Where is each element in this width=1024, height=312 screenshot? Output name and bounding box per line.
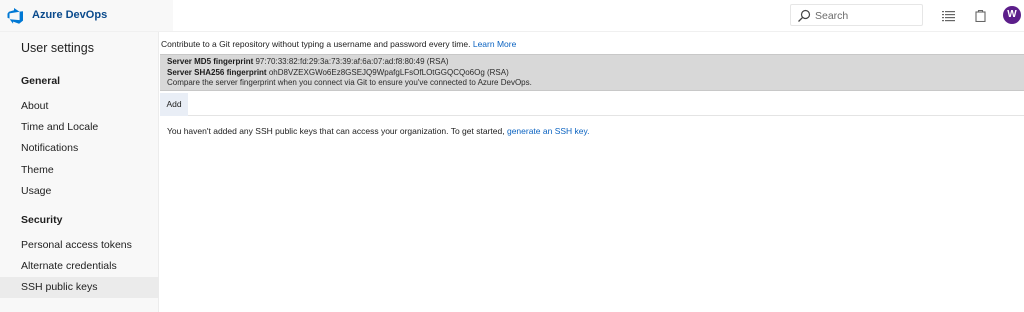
empty-state-text: You haven't added any SSH public keys th… xyxy=(167,126,505,136)
add-button[interactable]: Add xyxy=(160,93,188,116)
sidebar-item-notifications[interactable]: Notifications xyxy=(0,138,159,159)
generate-ssh-key-link[interactable]: generate an SSH key. xyxy=(507,126,590,136)
md5-fingerprint-row: Server MD5 fingerprint 97:70:33:82:fd:29… xyxy=(167,57,1024,68)
sidebar-item-theme[interactable]: Theme xyxy=(0,160,159,181)
sidebar-item-usage[interactable]: Usage xyxy=(0,181,159,202)
shopping-bag-icon[interactable] xyxy=(974,9,987,22)
sidebar-item-about[interactable]: About xyxy=(0,96,159,117)
command-bar: Add xyxy=(160,93,1024,116)
main-content: Contribute to a Git repository without t… xyxy=(160,32,1024,312)
sha256-fingerprint-value: ohD8VZEXGWo6Ez8GSEJQ9WpafgLFsOfLOtGGQCQo… xyxy=(268,67,509,77)
top-bar: Azure DevOps Search W xyxy=(0,0,1024,32)
sidebar-item-ssh-public-keys[interactable]: SSH public keys xyxy=(0,277,159,298)
list-icon[interactable] xyxy=(942,9,955,22)
md5-fingerprint-label: Server MD5 fingerprint xyxy=(167,57,254,66)
sha256-fingerprint-row: Server SHA256 fingerprint ohD8VZEXGWo6Ez… xyxy=(167,68,1024,79)
learn-more-link[interactable]: Learn More xyxy=(473,39,516,49)
azure-devops-logo-icon xyxy=(7,8,23,24)
sidebar-item-personal-access-tokens[interactable]: Personal access tokens xyxy=(0,235,159,256)
sidebar-item-alternate-credentials[interactable]: Alternate credentials xyxy=(0,256,159,277)
sha256-fingerprint-label: Server SHA256 fingerprint xyxy=(167,67,267,77)
sidebar-section-security: Security xyxy=(21,214,63,226)
sidebar-title: User settings xyxy=(21,41,94,55)
fingerprint-panel: Server MD5 fingerprint 97:70:33:82:fd:29… xyxy=(160,54,1024,91)
intro-text: Contribute to a Git repository without t… xyxy=(161,39,516,49)
fingerprint-note: Compare the server fingerprint when you … xyxy=(167,78,532,87)
md5-fingerprint-value: 97:70:33:82:fd:29:3a:73:39:af:6a:07:ad:f… xyxy=(255,57,449,66)
brand-area[interactable]: Azure DevOps xyxy=(0,0,173,31)
search-input[interactable]: Search xyxy=(790,4,923,26)
search-placeholder: Search xyxy=(815,10,849,22)
search-icon xyxy=(798,9,811,22)
avatar[interactable]: W xyxy=(1003,6,1021,24)
brand-name[interactable]: Azure DevOps xyxy=(32,9,107,21)
sidebar-item-time-and-locale[interactable]: Time and Locale xyxy=(0,117,159,138)
empty-state-message: You haven't added any SSH public keys th… xyxy=(167,126,590,136)
sidebar: User settings General About Time and Loc… xyxy=(0,32,159,312)
sidebar-section-general: General xyxy=(21,75,61,87)
intro-description: Contribute to a Git repository without t… xyxy=(161,39,471,49)
